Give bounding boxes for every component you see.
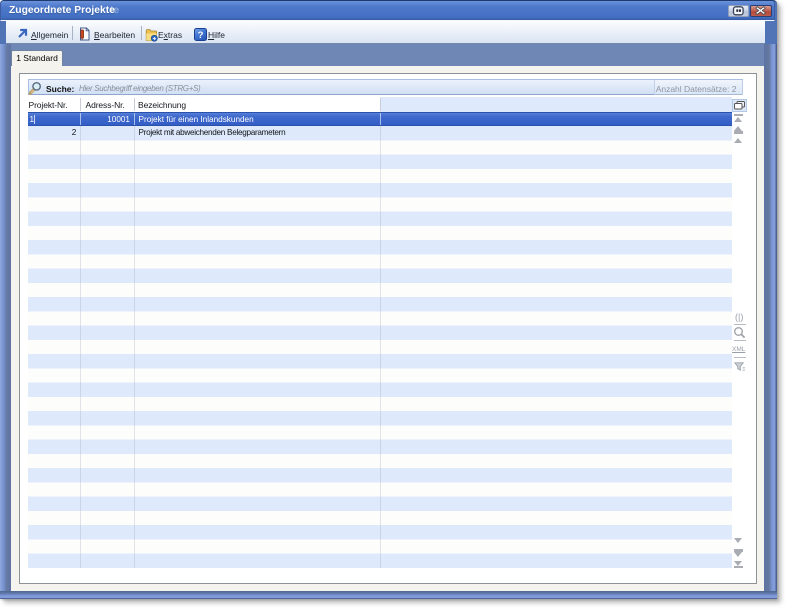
svg-text:?: ? bbox=[198, 30, 204, 41]
